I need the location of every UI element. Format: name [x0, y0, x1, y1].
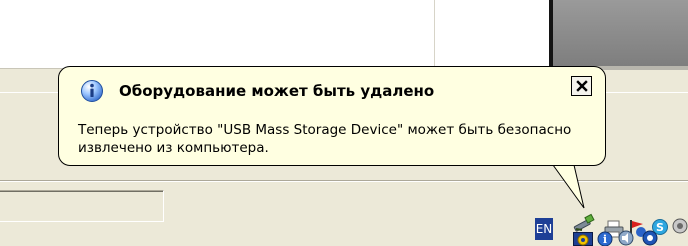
- pinned-icon[interactable]: [640, 228, 660, 246]
- language-indicator[interactable]: EN: [535, 218, 553, 240]
- separator-line-highlight: [0, 181, 688, 182]
- network-icon[interactable]: [573, 232, 593, 246]
- side-panel: [553, 0, 688, 66]
- window-content-area: [0, 0, 552, 69]
- status-field: [0, 190, 164, 222]
- safely-remove-hardware-icon[interactable]: [572, 212, 596, 232]
- info-icon: [80, 79, 104, 103]
- content-divider: [434, 0, 435, 68]
- volume-icon[interactable]: [616, 228, 636, 246]
- close-icon: [575, 80, 588, 92]
- info-icon[interactable]: i: [596, 230, 614, 246]
- extra-icon[interactable]: [672, 218, 688, 234]
- close-button[interactable]: [571, 76, 592, 96]
- balloon-title: Оборудование может быть удалено: [119, 82, 435, 100]
- balloon-message: Теперь устройство "USB Mass Storage Devi…: [78, 122, 572, 156]
- notification-balloon[interactable]: Оборудование может быть удалено Теперь у…: [58, 66, 606, 166]
- svg-text:i: i: [603, 233, 607, 246]
